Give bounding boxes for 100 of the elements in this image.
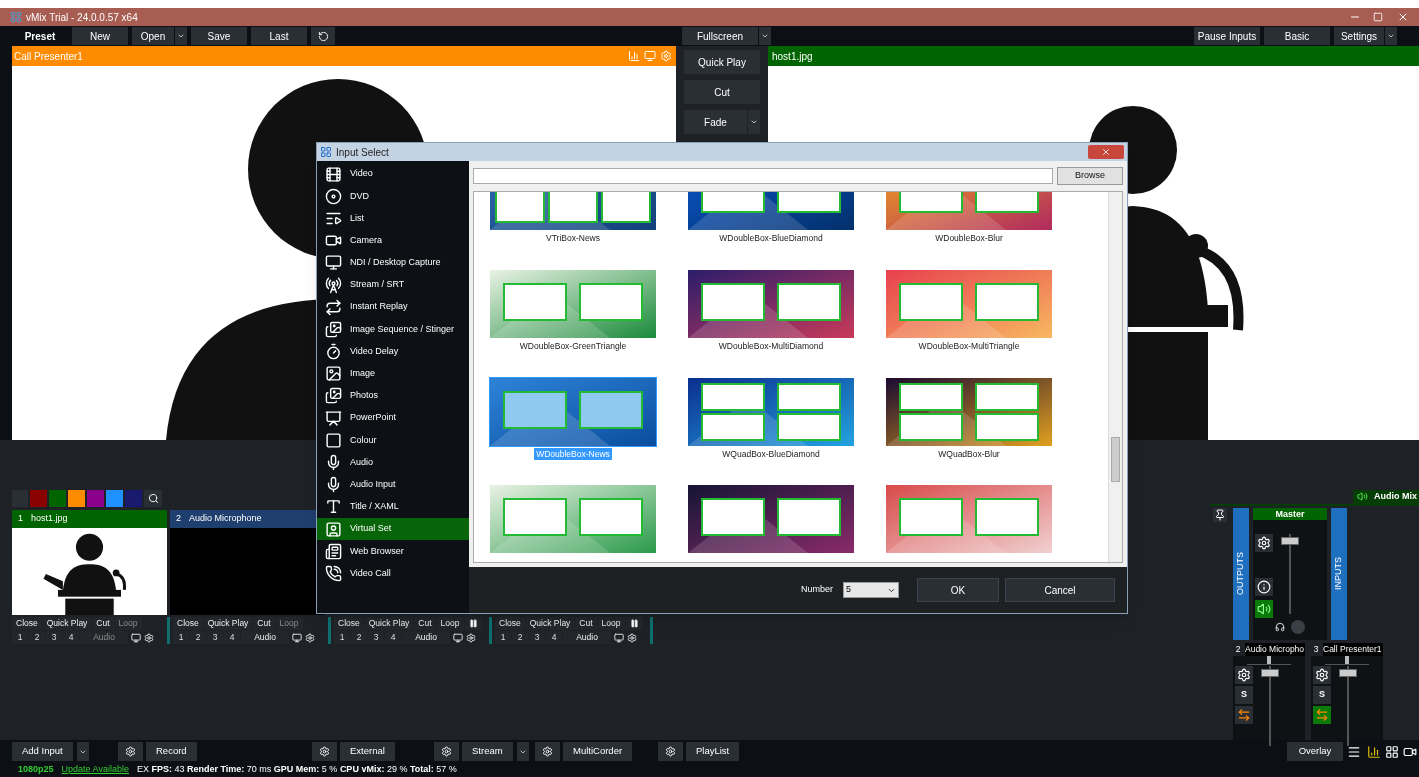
outputs-bar[interactable]: OUTPUTS [1233,507,1249,640]
bottom-bar-button[interactable]: Stream [462,742,513,761]
layer-button[interactable]: 4 [546,631,562,644]
layer-button[interactable]: 2 [190,631,206,644]
path-field[interactable] [473,168,1053,184]
layer-button[interactable]: 2 [512,631,528,644]
input-action-button[interactable]: Close [334,617,364,630]
toolbar-button[interactable]: Settings [1334,27,1384,45]
input-action-button[interactable]: Quick Play [42,617,92,630]
category-item[interactable]: Audio [317,451,469,474]
levels-icon[interactable] [1367,744,1381,759]
settings-button[interactable] [434,742,459,761]
layer-button[interactable]: 1 [173,631,189,644]
input-action-button[interactable]: Cut [253,617,275,630]
preset-caption[interactable]: WDoubleBox-GreenTriangle [517,339,629,353]
cancel-button[interactable]: Cancel [1005,578,1115,602]
pause-button[interactable] [625,617,643,630]
input-action-button[interactable]: Close [495,617,525,630]
bottom-bar-button[interactable]: External [340,742,395,761]
input-tile[interactable]: 2 Audio Microphone [170,510,325,615]
overlay-button[interactable]: Overlay [1287,742,1343,761]
layer-button[interactable]: 2 [29,631,45,644]
settings-icon[interactable] [305,632,315,643]
input-action-button[interactable]: Quick Play [525,617,575,630]
input-action-button[interactable]: Quick Play [203,617,253,630]
settings-button[interactable] [312,742,337,761]
preset-caption[interactable]: VTriBox-News [544,232,602,245]
settings-icon[interactable] [627,632,637,643]
monitor-icon[interactable] [614,632,624,643]
pan-slider[interactable] [1247,656,1291,665]
layer-button[interactable]: 1 [495,631,511,644]
bottom-bar-button[interactable]: Add Input [12,742,73,761]
ok-button[interactable]: OK [917,578,999,602]
layer-button[interactable]: 3 [207,631,223,644]
audio-mixer-tab[interactable]: Audio Mix [1353,490,1419,504]
monitor-icon[interactable] [131,632,141,643]
monitor-icon[interactable] [453,632,463,643]
layer-button[interactable]: 4 [63,631,79,644]
preset-caption[interactable]: WDoubleBox-Blur [933,232,1005,245]
input-action-button[interactable]: Close [12,617,42,630]
pin-icon[interactable] [1213,507,1227,522]
category-item[interactable]: Virtual Set [317,518,469,541]
input-action-button[interactable]: Cut [92,617,114,630]
grid-icon[interactable] [1385,744,1399,759]
settings-icon[interactable] [1313,665,1331,684]
layer-button[interactable]: 1 [334,631,350,644]
monitor-icon[interactable] [292,632,302,643]
preset-caption[interactable]: WQuadBox-BlueDiamond [720,447,822,461]
toolbar-button[interactable]: Pause Inputs [1194,27,1260,45]
input-action-button[interactable]: Loop [436,617,464,630]
transition-button[interactable]: Quick Play [684,50,760,74]
toolbar-button[interactable]: Save [191,27,247,45]
info-icon[interactable] [1255,577,1273,596]
inputs-bar[interactable]: INPUTS [1331,507,1347,640]
layer-button[interactable]: 3 [46,631,62,644]
dropdown-button[interactable] [516,742,529,761]
input-action-button[interactable]: Quick Play [364,617,414,630]
settings-button[interactable] [658,742,683,761]
input-action-button[interactable]: Close [173,617,203,630]
number-select[interactable]: 5 [843,582,899,598]
layer-button[interactable]: 4 [385,631,401,644]
audio-button[interactable]: Audio [402,631,450,644]
preset-caption[interactable]: WDoubleBox-MultiTriangle [916,339,1022,353]
solo-button[interactable]: S [1313,685,1331,704]
layer-button[interactable]: 3 [529,631,545,644]
layer-button[interactable]: 4 [224,631,240,644]
settings-button[interactable] [535,742,560,761]
bus-arrows-icon[interactable] [1313,705,1331,724]
speaker-icon[interactable] [1255,599,1273,618]
preset-caption[interactable]: WDoubleBox-MultiDiamond [716,339,826,353]
preset-caption[interactable]: WQuadBox-Blur [936,447,1002,461]
menu-icon[interactable] [1347,744,1361,759]
maximize-icon[interactable] [1373,12,1383,22]
refresh-button[interactable] [311,27,335,45]
settings-icon[interactable] [144,632,154,643]
settings-icon[interactable] [1255,533,1273,552]
audio-button[interactable]: Audio [241,631,289,644]
pan-slider[interactable] [1325,656,1369,665]
dropdown-button[interactable] [76,742,89,761]
transition-button[interactable]: Cut [684,80,760,104]
input-action-button[interactable]: Cut [575,617,597,630]
settings-icon[interactable] [1235,665,1253,684]
transition-button[interactable]: Fade [684,110,747,134]
toolbar-button[interactable]: Open [132,27,174,45]
input-action-button[interactable]: Cut [414,617,436,630]
headphones-icon[interactable] [1275,621,1285,632]
toolbar-button[interactable]: Basic [1264,27,1330,45]
layer-button[interactable]: 1 [12,631,28,644]
preset-label[interactable]: Preset [12,28,68,44]
settings-icon[interactable] [466,632,476,643]
layer-button[interactable]: 3 [368,631,384,644]
input-action-button[interactable]: Loop [597,617,625,630]
bottom-bar-button[interactable]: PlayList [686,742,740,761]
toolbar-button[interactable]: New [72,27,128,45]
bottom-bar-button[interactable]: MultiCorder [563,742,633,761]
audio-button[interactable]: Audio [563,631,611,644]
close-icon[interactable] [1397,11,1409,23]
solo-button[interactable]: S [1235,685,1253,704]
fullscreen-button[interactable]: Fullscreen [682,27,758,45]
pause-button[interactable] [464,617,482,630]
